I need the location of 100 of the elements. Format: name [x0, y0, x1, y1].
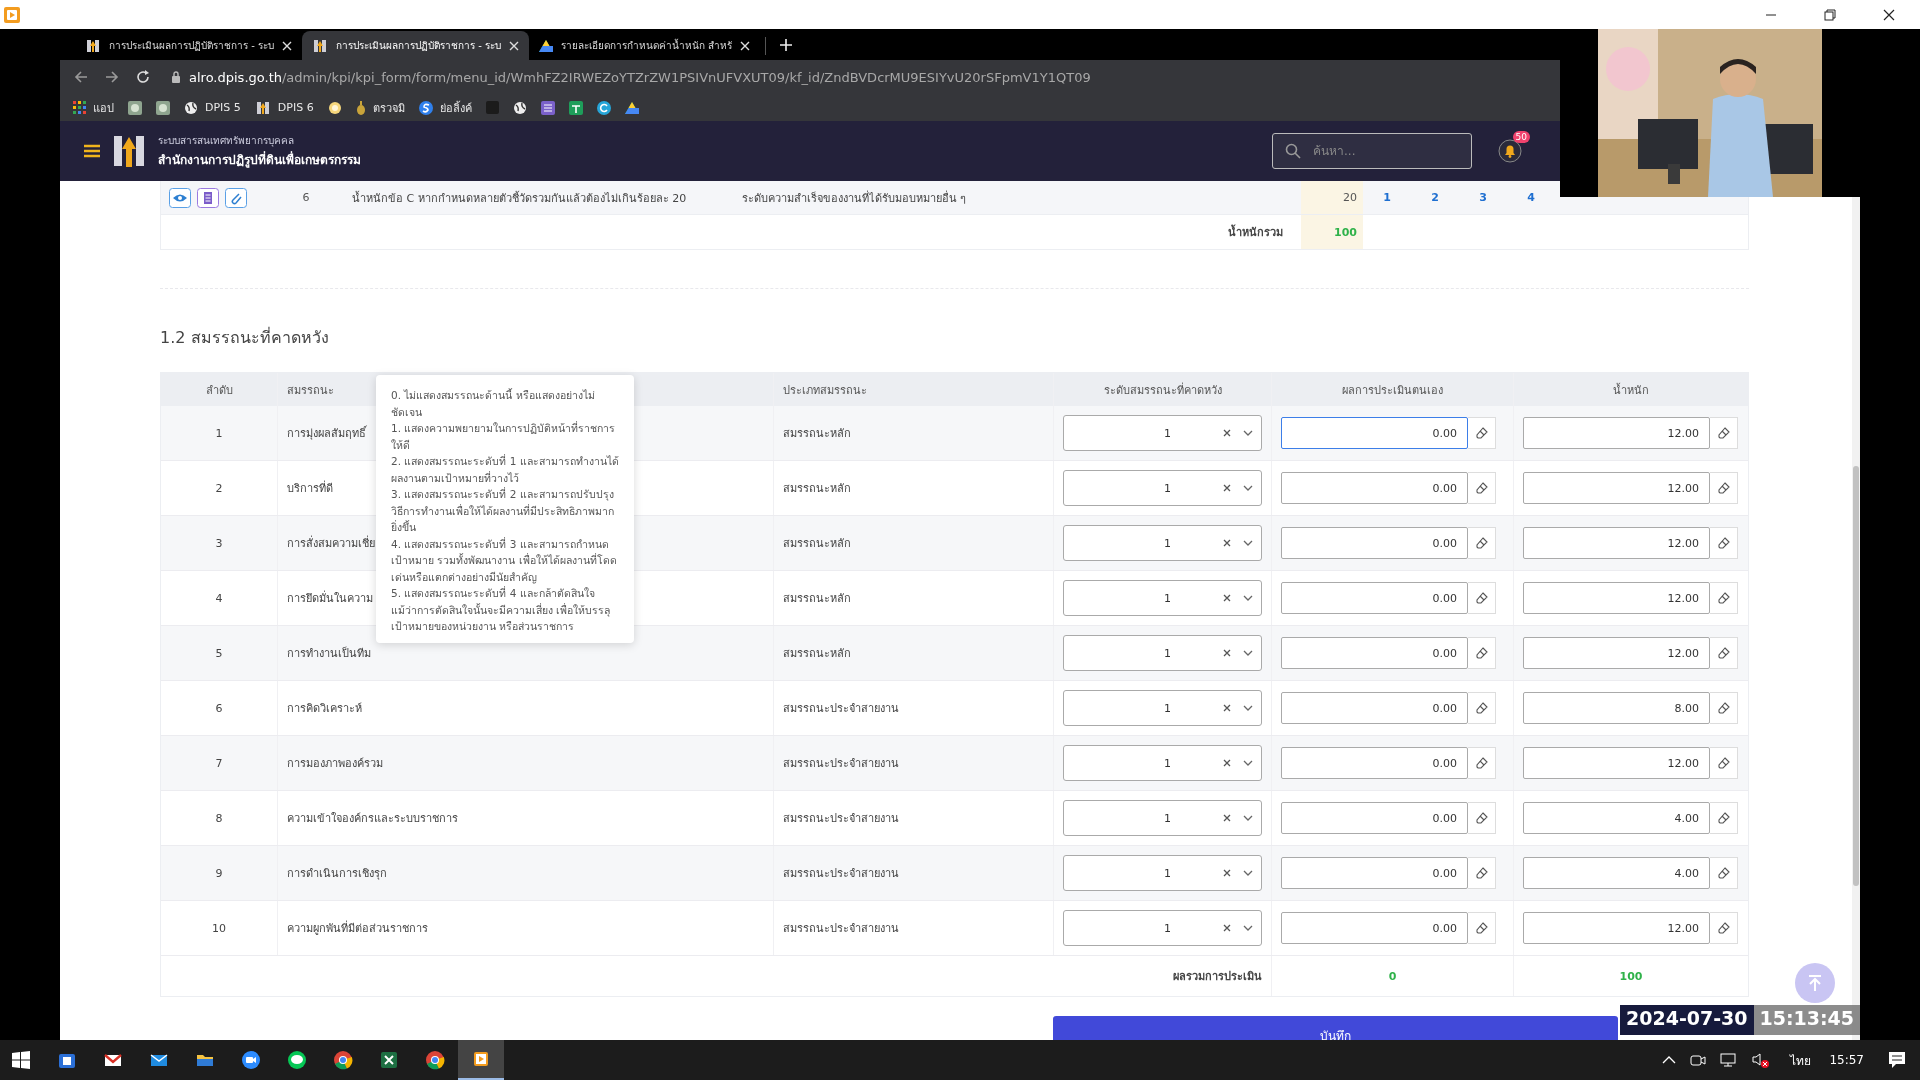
- notification-icon[interactable]: [1888, 1051, 1906, 1069]
- number-field[interactable]: 12.00: [1523, 472, 1710, 504]
- camera-icon[interactable]: [1690, 1053, 1707, 1067]
- camera-icon[interactable]: [241, 1050, 261, 1070]
- clock[interactable]: 15:57: [1829, 1053, 1864, 1067]
- eraser-button[interactable]: [1710, 912, 1738, 944]
- eraser-button[interactable]: [1468, 472, 1496, 504]
- number-field[interactable]: 12.00: [1523, 637, 1710, 669]
- level-link[interactable]: 4: [1507, 181, 1555, 214]
- number-field[interactable]: 0.00: [1281, 582, 1468, 614]
- globe-icon[interactable]: [512, 100, 527, 115]
- eraser-button[interactable]: [1468, 747, 1496, 779]
- eraser-button[interactable]: [1468, 857, 1496, 889]
- save-button[interactable]: บันทึก: [1053, 1016, 1618, 1040]
- level-link[interactable]: 3: [1459, 181, 1507, 214]
- language-indicator[interactable]: ไทย: [1790, 1050, 1812, 1070]
- clear-icon[interactable]: [1223, 814, 1231, 822]
- triangle-icon[interactable]: [624, 101, 639, 114]
- level-dropdown[interactable]: 1: [1063, 690, 1262, 726]
- eraser-button[interactable]: [1468, 417, 1496, 449]
- eraser-button[interactable]: [1468, 637, 1496, 669]
- chat-icon[interactable]: [287, 1050, 307, 1070]
- clear-icon[interactable]: [1223, 484, 1231, 492]
- number-field[interactable]: 12.00: [1523, 527, 1710, 559]
- menu-icon[interactable]: [84, 144, 100, 158]
- eraser-button[interactable]: [1710, 802, 1738, 834]
- eraser-button[interactable]: [1468, 527, 1496, 559]
- number-field[interactable]: 12.00: [1523, 912, 1710, 944]
- bookmark-link[interactable]: แอป: [93, 98, 114, 117]
- level-dropdown[interactable]: 1: [1063, 415, 1262, 451]
- eraser-button[interactable]: [1710, 527, 1738, 559]
- windows-icon[interactable]: [12, 1051, 30, 1069]
- bookmark-link[interactable]: ตรวจมิ: [372, 98, 405, 117]
- clear-icon[interactable]: [1223, 429, 1231, 437]
- chevron-icon[interactable]: [1662, 1056, 1677, 1064]
- eraser-button[interactable]: [1468, 582, 1496, 614]
- number-field[interactable]: 0.00: [1281, 802, 1468, 834]
- plus-icon[interactable]: [780, 39, 793, 51]
- list-icon[interactable]: [540, 100, 555, 115]
- level-dropdown[interactable]: 1: [1063, 800, 1262, 836]
- number-field[interactable]: 12.00: [1523, 417, 1710, 449]
- level-dropdown[interactable]: 1: [1063, 635, 1262, 671]
- level-dropdown[interactable]: 1: [1063, 745, 1262, 781]
- number-field[interactable]: 0.00: [1281, 912, 1468, 944]
- eraser-button[interactable]: [1710, 472, 1738, 504]
- level-dropdown[interactable]: 1: [1063, 855, 1262, 891]
- network-icon[interactable]: [1720, 1053, 1739, 1067]
- number-field[interactable]: 4.00: [1523, 857, 1710, 889]
- level-link[interactable]: 1: [1363, 181, 1411, 214]
- level-dropdown[interactable]: 1: [1063, 580, 1262, 616]
- player-icon[interactable]: [471, 1049, 491, 1069]
- clear-icon[interactable]: [1223, 924, 1231, 932]
- speaker-muted-icon[interactable]: [1752, 1052, 1771, 1068]
- sheet-icon[interactable]: [568, 100, 583, 115]
- eraser-button[interactable]: [1710, 747, 1738, 779]
- eraser-button[interactable]: [1710, 692, 1738, 724]
- number-field[interactable]: 12.00: [1523, 747, 1710, 779]
- eraser-button[interactable]: [1468, 692, 1496, 724]
- clear-icon[interactable]: [1223, 759, 1231, 767]
- paperclip-icon[interactable]: [225, 187, 247, 208]
- bookmark-link[interactable]: ย่อลิ้งค์: [439, 98, 472, 117]
- eye-icon[interactable]: [169, 187, 191, 208]
- clear-icon[interactable]: [1223, 869, 1231, 877]
- number-field[interactable]: 4.00: [1523, 802, 1710, 834]
- c-letter-icon[interactable]: [596, 100, 611, 115]
- number-field[interactable]: 0.00: [1281, 857, 1468, 889]
- level-dropdown[interactable]: 1: [1063, 525, 1262, 561]
- close-icon[interactable]: [1882, 7, 1896, 22]
- eraser-button[interactable]: [1710, 637, 1738, 669]
- browser-tab[interactable]: รายละเอียดการกำหนดค่าน้ำหนัก สำหรั: [528, 31, 761, 60]
- clear-icon[interactable]: [1223, 704, 1231, 712]
- number-field[interactable]: 8.00: [1523, 692, 1710, 724]
- bookmark-link[interactable]: DPIS 6: [277, 101, 314, 114]
- number-field[interactable]: 0.00: [1281, 747, 1468, 779]
- number-field[interactable]: 0.00: [1281, 637, 1468, 669]
- eraser-button[interactable]: [1710, 417, 1738, 449]
- number-field[interactable]: 12.00: [1523, 582, 1710, 614]
- eraser-button[interactable]: [1710, 582, 1738, 614]
- clear-icon[interactable]: [1223, 594, 1231, 602]
- clear-icon[interactable]: [1223, 649, 1231, 657]
- browser-icon[interactable]: [333, 1050, 353, 1070]
- forward-icon[interactable]: [105, 70, 119, 84]
- number-field[interactable]: 0.00: [1281, 692, 1468, 724]
- clear-icon[interactable]: [1223, 539, 1231, 547]
- eraser-button[interactable]: [1468, 912, 1496, 944]
- number-field[interactable]: 0.00: [1281, 472, 1468, 504]
- level-link[interactable]: 2: [1411, 181, 1459, 214]
- number-field[interactable]: 0.00: [1281, 527, 1468, 559]
- seal-icon[interactable]: [156, 100, 170, 115]
- coin-icon[interactable]: [327, 100, 342, 115]
- seal-icon[interactable]: [128, 100, 142, 115]
- restore-icon[interactable]: [1823, 7, 1837, 22]
- search-field[interactable]: ค้นหา...: [1272, 133, 1472, 169]
- reload-icon[interactable]: [136, 70, 150, 84]
- level-dropdown[interactable]: 1: [1063, 470, 1262, 506]
- browser-icon[interactable]: [425, 1050, 445, 1070]
- spreadsheet-icon[interactable]: [379, 1050, 399, 1070]
- scrollbar-thumb[interactable]: [1853, 466, 1859, 886]
- bookmark-link[interactable]: DPIS 5: [205, 101, 241, 114]
- browser-tab[interactable]: การประเมินผลการปฏิบัติราชการ - ระบ: [75, 31, 302, 60]
